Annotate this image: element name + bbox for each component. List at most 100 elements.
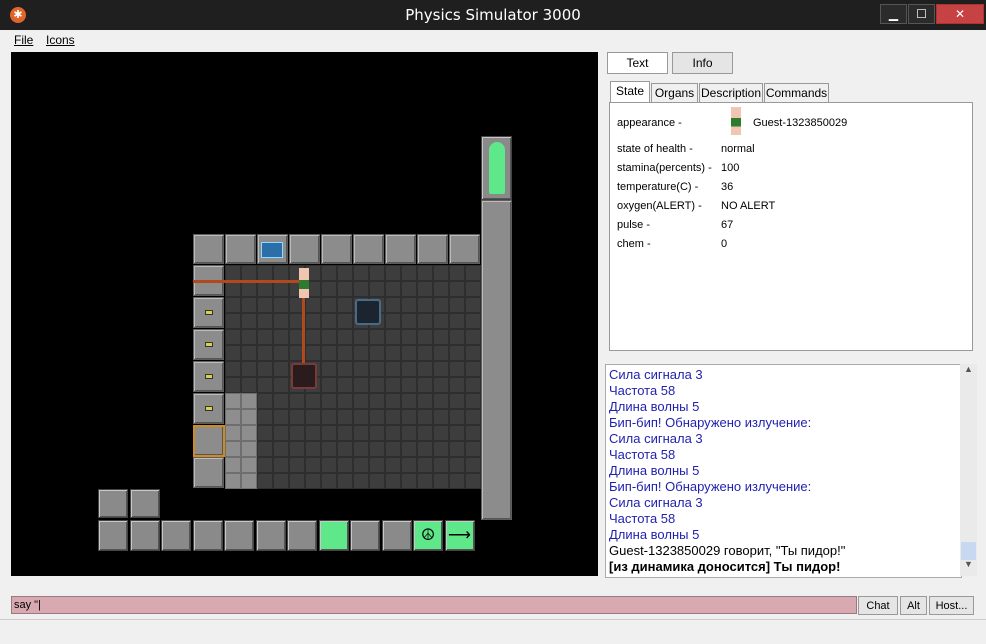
- floor-tile: [241, 313, 257, 329]
- scroll-down-icon[interactable]: ▼: [960, 559, 977, 576]
- corridor-wall: [481, 200, 512, 520]
- floor-tile: [257, 361, 273, 377]
- floor-tile: [369, 329, 385, 345]
- pull-icon[interactable]: [350, 520, 380, 551]
- player-character-icon[interactable]: [299, 268, 309, 298]
- vent-icon[interactable]: [355, 299, 381, 325]
- floor-tile: [225, 361, 241, 377]
- hand-icon[interactable]: [98, 520, 128, 551]
- floor-tile: [225, 297, 241, 313]
- hud-slot[interactable]: [130, 489, 160, 518]
- computer-console-icon[interactable]: [261, 242, 283, 258]
- floor-tile: [433, 409, 449, 425]
- storage-slot[interactable]: [381, 520, 412, 551]
- floor-tile: [433, 377, 449, 393]
- game-viewport[interactable]: ☮ ⟶: [11, 52, 598, 576]
- floor-tile: [257, 313, 273, 329]
- floor-tile: [465, 361, 481, 377]
- floor-tile: [401, 377, 417, 393]
- floor-tile: [337, 409, 353, 425]
- scrubber-icon[interactable]: [291, 363, 317, 389]
- floor-tile: [417, 297, 433, 313]
- text-button[interactable]: Text: [607, 52, 668, 74]
- command-input-field[interactable]: [12, 597, 856, 613]
- tab-state[interactable]: State: [610, 81, 650, 103]
- tab-organs[interactable]: Organs: [651, 83, 698, 102]
- head-icon[interactable]: [161, 520, 191, 551]
- floor-tile: [321, 265, 337, 281]
- arrow-icon[interactable]: ⟶: [444, 520, 475, 551]
- floor-tile: [225, 329, 241, 345]
- floor-tile: [417, 265, 433, 281]
- floor-tile: [353, 473, 369, 489]
- body-armor-icon[interactable]: [192, 520, 223, 551]
- ear-icon[interactable]: [129, 520, 160, 551]
- wall-light-icon: [205, 374, 213, 379]
- floor-tile: [465, 345, 481, 361]
- floor-tile: [433, 265, 449, 281]
- chat-output[interactable]: Сила сигнала 3 Частота 58 Длина волны 5 Бип…: [605, 364, 962, 578]
- floor-tile: [289, 425, 305, 441]
- tab-commands[interactable]: Commands: [764, 83, 829, 102]
- state-label: temperature(C) -: [617, 181, 699, 193]
- selection-highlight: [193, 425, 225, 457]
- alt-button[interactable]: Alt: [900, 596, 927, 615]
- floor-tile: [321, 345, 337, 361]
- floor-tile: [385, 265, 401, 281]
- state-label: state of health -: [617, 143, 693, 155]
- state-label: oxygen(ALERT) -: [617, 200, 702, 212]
- wall-tile: [225, 234, 256, 264]
- scroll-thumb[interactable]: [961, 542, 976, 560]
- floor-tile: [257, 281, 273, 297]
- state-value: 36: [721, 181, 734, 193]
- chat-scrollbar[interactable]: ▲ ▼: [960, 364, 977, 576]
- belt-slot[interactable]: [255, 520, 286, 551]
- floor-tile: [305, 473, 321, 489]
- host-button[interactable]: Host...: [929, 596, 974, 615]
- wall-light-icon: [205, 310, 213, 315]
- maximize-button[interactable]: ☐: [908, 4, 935, 24]
- minimize-button[interactable]: ▁: [880, 4, 907, 24]
- floor-tile: [273, 393, 289, 409]
- floor-tile: [305, 409, 321, 425]
- floor-tile: [353, 425, 369, 441]
- floor-tile: [353, 345, 369, 361]
- chat-button[interactable]: Chat: [858, 596, 898, 615]
- floor-tile: [465, 393, 481, 409]
- floor-tile: [369, 473, 385, 489]
- floor-tile: [257, 377, 273, 393]
- info-button[interactable]: Info: [672, 52, 733, 74]
- hud-slot[interactable]: [98, 489, 128, 518]
- body-doll-icon[interactable]: [489, 142, 505, 194]
- floor-tile: [417, 329, 433, 345]
- menu-bar: File Icons: [0, 30, 986, 50]
- floor-tile: [225, 377, 241, 393]
- id-card-icon[interactable]: [287, 520, 317, 551]
- floor-tile: [465, 281, 481, 297]
- floor-tile: [257, 345, 273, 361]
- floor-tile: [465, 297, 481, 313]
- command-input[interactable]: [11, 596, 857, 614]
- scroll-up-icon[interactable]: ▲: [960, 364, 977, 381]
- floor-tile: [225, 393, 241, 409]
- chat-line: Сила сигнала 3: [609, 431, 703, 446]
- floor-tile: [225, 281, 241, 297]
- floor-tile: [449, 361, 465, 377]
- floor-tile: [337, 361, 353, 377]
- floor-tile: [273, 265, 289, 281]
- floor-tile: [433, 393, 449, 409]
- backpack-icon[interactable]: [224, 520, 254, 551]
- close-button[interactable]: ✕: [936, 4, 984, 24]
- menu-icons[interactable]: Icons: [46, 33, 75, 47]
- menu-file[interactable]: File: [14, 33, 33, 47]
- appearance-label: appearance -: [617, 117, 682, 129]
- floor-tile: [385, 281, 401, 297]
- floor-tile: [241, 473, 257, 489]
- tab-description[interactable]: Description: [699, 83, 763, 102]
- green-slot[interactable]: [318, 520, 349, 551]
- floor-tile: [401, 281, 417, 297]
- floor-tile: [321, 281, 337, 297]
- floor-tile: [337, 329, 353, 345]
- peace-icon[interactable]: ☮: [413, 520, 443, 551]
- chat-line: Сила сигнала 3: [609, 367, 703, 382]
